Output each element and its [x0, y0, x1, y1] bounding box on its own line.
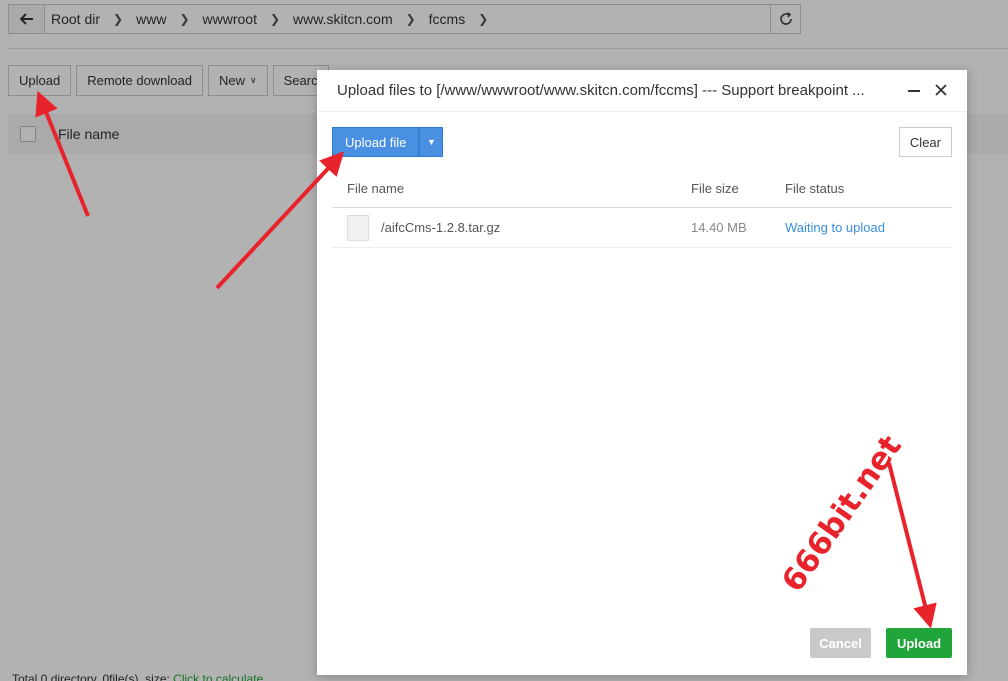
upload-submit-button[interactable]: Upload — [886, 628, 952, 658]
file-status: Waiting to upload — [785, 220, 885, 235]
table-header-row: File name File size File status — [332, 170, 952, 208]
minimize-icon[interactable] — [907, 82, 921, 96]
file-icon — [347, 214, 369, 241]
table-row: /aifcCms-1.2.8.tar.gz 14.40 MB Waiting t… — [332, 208, 952, 248]
file-size: 14.40 MB — [691, 220, 747, 235]
file-name: /aifcCms-1.2.8.tar.gz — [381, 220, 501, 235]
upload-dialog: Upload files to [/www/wwwroot/www.skitcn… — [317, 70, 967, 675]
cancel-button[interactable]: Cancel — [810, 628, 871, 658]
clear-button[interactable]: Clear — [898, 127, 952, 157]
dialog-header: Upload files to [/www/wwwroot/www.skitcn… — [317, 70, 967, 112]
header-file-status: File status — [785, 181, 845, 196]
file-name-cell: /aifcCms-1.2.8.tar.gz — [332, 214, 676, 241]
header-file-size: File size — [691, 181, 739, 196]
upload-file-button[interactable]: Upload file — [332, 127, 420, 157]
dialog-title: Upload files to [/www/wwwroot/www.skitcn… — [337, 82, 865, 99]
caret-down-icon: ▼ — [426, 137, 436, 147]
close-icon[interactable] — [933, 82, 949, 98]
upload-file-group: Upload file ▼ — [332, 127, 444, 157]
upload-file-table: File name File size File status /aifcCms… — [332, 170, 952, 248]
upload-options-dropdown[interactable]: ▼ — [419, 127, 444, 157]
header-file-name: File name — [347, 181, 405, 196]
